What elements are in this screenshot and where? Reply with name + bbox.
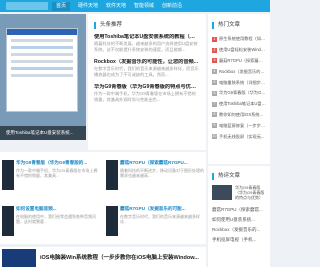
article-card-desc: 作为一款中端手机，华为G9青春版在市场上拥有不错的销量，其兼具... [16, 168, 98, 178]
nav-item-hardware[interactable]: 硬件天地 [74, 2, 102, 11]
rank-badge: 3 [212, 58, 217, 64]
rank-badge: 2 [212, 47, 217, 53]
hot-articles-title: 热门文章 [212, 22, 266, 29]
article-card[interactable]: 如何设置电脑音频... 在电脑的使用中，我们经常会遇到各种音频问题，这时就需要.… [0, 198, 102, 242]
article-card[interactable]: 蘑菇R7GPU（探索蘑菇R7GPU... 随着科技的不断进步，移动设备对于图形处… [104, 152, 206, 196]
rank-badge: 4 [212, 69, 217, 75]
recommend-item[interactable]: 使用Toshiba笔记本U盘安装系统的教程（轻松... 随着科技的不断发展，越来… [94, 34, 200, 53]
featured-comment-article[interactable]: 华为G9青春版（华为G9青春版的特点与优势） [212, 185, 266, 200]
comment-article-link[interactable]: 蘑菇R7GPU（探索蘑菇... [212, 205, 266, 215]
article-card-title[interactable]: 如何设置电脑音频... [16, 206, 100, 212]
nav-item-innovation[interactable]: 创新前沿 [158, 2, 186, 11]
rank-badge: 5 [212, 80, 217, 86]
hot-article-item[interactable]: 9电脑蓝屏修复（一步步教你... [212, 120, 266, 131]
article-card[interactable]: 华为G9青春版（华为G9青春版的... 作为一款中端手机，华为G9青春版在市场上… [0, 152, 102, 196]
hot-articles-panel: 热门文章 1原生系统使用教程（如何安装... 2使用U盘轻松安装Windows.… [208, 14, 270, 164]
hot-article-link[interactable]: Rockbox（发掘音乐的可能... [219, 69, 266, 75]
hero-slide[interactable]: 使用Toshiba笔记本U盘安装系统... [0, 14, 86, 140]
rank-badge: 1 [212, 36, 217, 42]
article-card-title[interactable]: 华为G9青春版（华为G9青春版的... [16, 160, 100, 166]
article-grid: 华为G9青春版（华为G9青春版的... 作为一款中端手机，华为G9青春版在市场上… [0, 152, 206, 244]
comment-article-link[interactable]: 如何使用U盘装系统... [212, 215, 266, 225]
article-card-desc: 在数字音乐时代，我们的音乐来源越来越多样化... [120, 214, 200, 224]
rank-badge: 7 [212, 101, 217, 107]
recommend-item-title[interactable]: 使用Toshiba笔记本U盘安装系统的教程（轻松... [94, 34, 200, 41]
top-navigation: 首页 硬件天地 软件天地 智能领域 创新前沿 [0, 0, 270, 12]
rank-badge: 9 [212, 123, 217, 129]
hot-article-item[interactable]: 4Rockbox（发掘音乐的可能... [212, 66, 266, 77]
rank-badge: 10 [212, 134, 217, 140]
hot-article-link[interactable]: 手机无线投屏（实现无... [219, 134, 264, 140]
hot-article-item[interactable]: 8 教你如何使用iOS系统... [212, 110, 266, 121]
hot-article-item[interactable]: 2使用U盘轻松安装Windows... [212, 45, 266, 56]
article-thumbnail[interactable] [106, 206, 118, 236]
hot-article-link[interactable]: 电脑重装系统（详细步骤和... [219, 80, 266, 86]
featured-article-title[interactable]: 华为G9青春版（华为G9青春版的特点与优势） [232, 185, 266, 200]
recommend-item-title[interactable]: Rockbox（发掘音乐的可能性，让您的音频... [94, 59, 200, 66]
hot-article-link[interactable]: 使用Toshiba笔记本U盘安... [219, 101, 266, 107]
hot-article-link[interactable]: 原生系统使用教程（如何安装... [219, 36, 266, 42]
comment-article-link[interactable]: 手机投屏电视（手机... [212, 235, 266, 245]
hot-article-item[interactable]: 7 使用Toshiba笔记本U盘安... [212, 99, 266, 110]
latest-article-thumbnail[interactable] [2, 249, 36, 267]
nav-item-home[interactable]: 首页 [52, 2, 71, 11]
nav-item-software[interactable]: 软件天地 [102, 2, 130, 11]
comment-article-link[interactable]: Rockbox（发掘音乐的... [212, 225, 266, 235]
recommend-item[interactable]: Rockbox（发掘音乐的可能性，让您的音频... 在数字音乐时代，我们的音乐来… [94, 59, 200, 78]
hot-article-link[interactable]: 蘑菇R7GPU（探索蘑菇R7G... [219, 58, 266, 64]
hot-article-link[interactable]: 使用U盘轻松安装Windows... [219, 47, 266, 53]
article-card-desc: 随着科技的不断进步，移动设备对于图形处理的需求也越来越高... [120, 168, 204, 178]
rank-badge: 8 [212, 112, 217, 118]
article-thumbnail[interactable] [2, 160, 14, 190]
hot-article-link[interactable]: 电脑蓝屏修复（一步步教你... [219, 123, 266, 129]
recommend-item-title[interactable]: 华为G9青春版（华为G9青春版的特点与优势... [94, 84, 200, 91]
hero-screenshot-image [6, 28, 78, 112]
article-thumbnail[interactable] [106, 160, 118, 190]
latest-article[interactable]: iOS电脑装Win系统教程（一步步教你在iOS电脑上安装Window... [0, 247, 206, 267]
recommend-item-desc: 随着科技的不断发展，越来越多的用户选择使用U盘安装系统，这不仅能提升系统安装的速… [94, 41, 198, 52]
hot-comments-panel: 热评文章 华为G9青春版（华为G9青春版的特点与优势） 蘑菇R7GPU（探索蘑菇… [208, 166, 270, 267]
hero-caption[interactable]: 使用Toshiba笔记本U盘安装系统... [0, 126, 86, 140]
article-thumbnail[interactable] [2, 206, 14, 236]
latest-article-title[interactable]: iOS电脑装Win系统教程（一步步教你在iOS电脑上安装Window... [40, 253, 199, 261]
site-logo[interactable] [6, 2, 48, 10]
hot-article-item[interactable]: 5电脑重装系统（详细步骤和... [212, 77, 266, 88]
article-card-title[interactable]: 蘑菇R7GPU（探索蘑菇R7GPU... [120, 160, 204, 166]
hot-article-item[interactable]: 6华为G9青春版（华为G9青... [212, 88, 266, 99]
article-card[interactable]: 蘑菇R7GPU（发掘音乐的可能... 在数字音乐时代，我们的音乐来源越来越多样化… [104, 198, 206, 242]
nav-item-smart[interactable]: 智能领域 [130, 2, 158, 11]
recommend-title: 头条推荐 [94, 22, 200, 29]
hot-article-item[interactable]: 10 手机无线投屏（实现无... [212, 131, 266, 142]
hot-article-item[interactable]: 1原生系统使用教程（如何安装... [212, 34, 266, 45]
featured-thumbnail[interactable] [212, 185, 232, 200]
recommend-panel: 头条推荐 使用Toshiba笔记本U盘安装系统的教程（轻松... 随着科技的不断… [88, 14, 206, 150]
hot-article-item[interactable]: 3蘑菇R7GPU（探索蘑菇R7G... [212, 56, 266, 67]
hot-article-link[interactable]: 华为G9青春版（华为G9青... [219, 90, 266, 96]
article-card-title[interactable]: 蘑菇R7GPU（发掘音乐的可能... [120, 206, 204, 212]
recommend-item[interactable]: 华为G9青春版（华为G9青春版的特点与优势... 作为一款中端手机，华为G9青春… [94, 84, 200, 103]
rank-badge: 6 [212, 90, 217, 96]
article-card-desc: 在电脑的使用中，我们经常会遇到各种音频问题，这时就需要... [16, 214, 96, 224]
hot-comments-title: 热评文章 [212, 173, 266, 180]
recommend-item-desc: 在数字音乐时代，我们的音乐来源越来越多样化，而音乐播放器也成为了不可或缺的工具。… [94, 66, 199, 77]
recommend-item-desc: 作为一款中端手机，华为G9青春版在市场上拥有不错的销量，其兼具外观时尚与性能出色… [94, 91, 196, 102]
hot-article-link[interactable]: 教你如何使用iOS系统... [219, 112, 263, 118]
